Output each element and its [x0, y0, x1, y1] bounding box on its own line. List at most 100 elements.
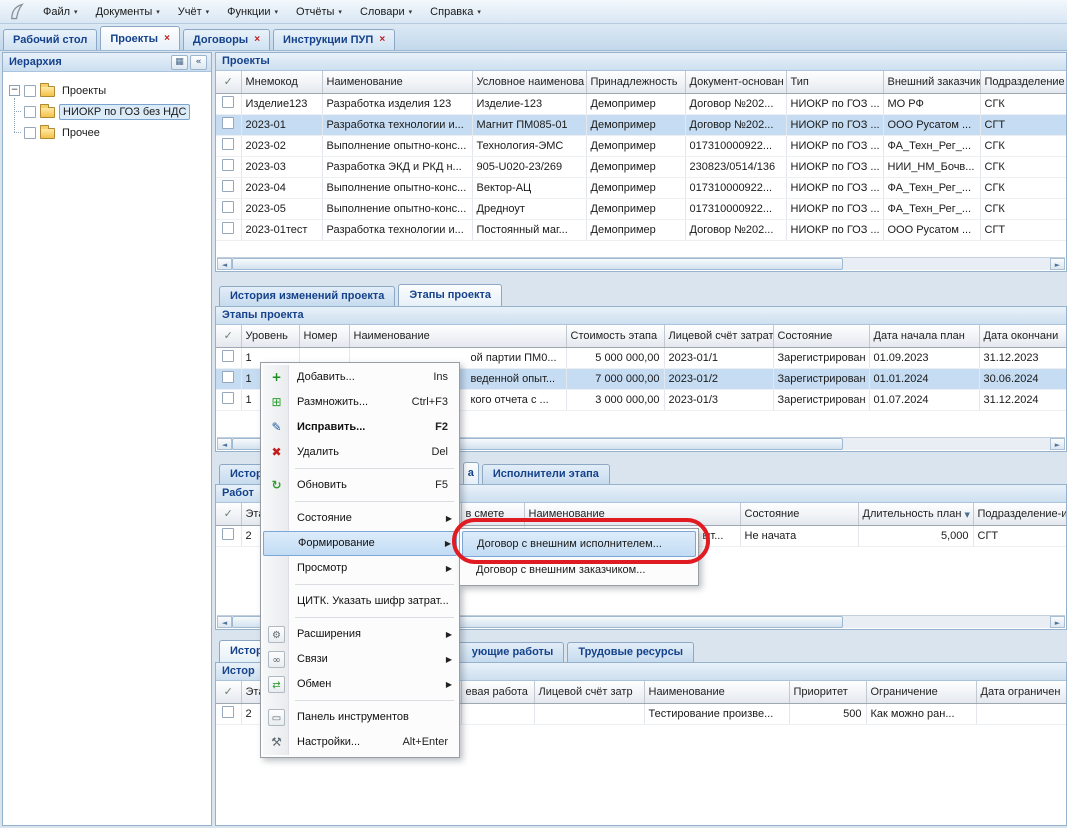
row-checkbox[interactable] [222, 96, 234, 108]
column-header[interactable]: Внешний заказчик [883, 71, 980, 93]
table-row[interactable]: 2023-04 Выполнение опытно-конс... Вектор… [216, 177, 1066, 198]
scroll-left-icon[interactable]: ◄ [217, 258, 232, 270]
table-row[interactable]: 2023-05 Выполнение опытно-конс... Дредно… [216, 198, 1066, 219]
row-checkbox[interactable] [222, 392, 234, 404]
tab-project-stages[interactable]: Этапы проекта [398, 284, 502, 306]
scroll-left-icon[interactable]: ◄ [217, 616, 232, 628]
column-header[interactable]: Подразделение-испо [973, 503, 1066, 525]
tree-checkbox[interactable] [24, 85, 36, 97]
row-checkbox[interactable] [222, 117, 234, 129]
row-checkbox[interactable] [222, 201, 234, 213]
grid-icon[interactable]: ▦ [171, 55, 188, 70]
column-header[interactable]: евая работа [461, 681, 534, 703]
table-row[interactable]: 2023-02 Выполнение опытно-конс... Технол… [216, 135, 1066, 156]
submenu-item-external-customer-contract[interactable]: Договор с внешним заказчиком... [462, 557, 696, 583]
menu-item-delete[interactable]: ✖УдалитьDel [263, 440, 457, 465]
tree-checkbox[interactable] [24, 106, 36, 118]
column-header[interactable]: Наименование [322, 71, 472, 93]
column-header[interactable]: в смете [461, 503, 524, 525]
row-checkbox[interactable] [222, 222, 234, 234]
column-header[interactable]: Лицевой счёт затр [534, 681, 644, 703]
scroll-right-icon[interactable]: ► [1050, 258, 1065, 270]
collapse-panel-icon[interactable]: « [190, 55, 207, 70]
table-row[interactable]: 2023-01 Разработка технологии и... Магни… [216, 114, 1066, 135]
menu-documents[interactable]: Документы▾ [87, 3, 169, 21]
tree-item-projects[interactable]: − Проекты [7, 80, 207, 101]
menu-item-edit[interactable]: ✎Исправить...F2 [263, 415, 457, 440]
tree-checkbox[interactable] [24, 127, 36, 139]
column-header[interactable]: Стоимость этапа [566, 325, 664, 347]
column-header[interactable]: Наименование [524, 503, 740, 525]
row-checkbox[interactable] [222, 350, 234, 362]
column-header[interactable]: Приоритет [789, 681, 866, 703]
menu-file[interactable]: Файл▾ [34, 3, 87, 21]
menu-item-formation[interactable]: Формирование▶ [263, 531, 457, 556]
column-header[interactable]: Условное наименова [472, 71, 586, 93]
column-header[interactable]: Уровень [241, 325, 299, 347]
row-checkbox[interactable] [222, 159, 234, 171]
row-checkbox[interactable] [222, 180, 234, 192]
column-header[interactable]: Дата окончани [979, 325, 1066, 347]
tab-labor-resources[interactable]: Трудовые ресурсы [567, 642, 694, 662]
tab-instructions[interactable]: Инструкции ПУП× [273, 29, 395, 50]
menu-item-toolbar[interactable]: ▭Панель инструментов [263, 705, 457, 730]
menu-item-links[interactable]: ∞Связи▶ [263, 647, 457, 672]
menu-item-extensions[interactable]: ⚙Расширения▶ [263, 622, 457, 647]
select-all-header[interactable]: ✓ [216, 503, 241, 525]
close-icon[interactable]: × [254, 35, 260, 45]
column-header[interactable]: Длительность план ▼ [858, 503, 973, 525]
tab-projects[interactable]: Проекты× [100, 26, 180, 50]
row-checkbox[interactable] [222, 371, 234, 383]
close-icon[interactable]: × [164, 34, 170, 44]
scroll-left-icon[interactable]: ◄ [217, 438, 232, 450]
column-header[interactable]: Состояние [773, 325, 869, 347]
menu-item-exchange[interactable]: ⇄Обмен▶ [263, 672, 457, 697]
scrollbar-thumb[interactable] [232, 258, 843, 270]
column-header[interactable]: Состояние [740, 503, 858, 525]
close-icon[interactable]: × [379, 35, 385, 45]
menu-item-duplicate[interactable]: ⊞Размножить...Ctrl+F3 [263, 390, 457, 415]
column-header[interactable]: Принадлежность [586, 71, 685, 93]
menu-functions[interactable]: Функции▾ [218, 3, 287, 21]
tree-item-other[interactable]: Прочее [22, 122, 207, 143]
column-header[interactable]: Наименование [644, 681, 789, 703]
menu-item-citk[interactable]: ЦИТК. Указать шифр затрат... [263, 589, 457, 614]
menu-accounting[interactable]: Учёт▾ [169, 3, 218, 21]
table-row[interactable]: 2023-03 Разработка ЭКД и РКД н... 905-U0… [216, 156, 1066, 177]
row-checkbox[interactable] [222, 138, 234, 150]
column-header[interactable]: Дата ограничен [976, 681, 1066, 703]
column-header[interactable]: Тип [786, 71, 883, 93]
menu-item-state[interactable]: Состояние▶ [263, 506, 457, 531]
horizontal-scrollbar[interactable]: ◄ ► [217, 257, 1065, 270]
menu-item-view[interactable]: Просмотр▶ [263, 556, 457, 581]
column-header[interactable]: Ограничение [866, 681, 976, 703]
menu-help[interactable]: Справка▾ [421, 3, 490, 21]
tab-contracts[interactable]: Договоры× [183, 29, 270, 50]
tab-project-history[interactable]: История изменений проекта [219, 286, 395, 306]
menu-reports[interactable]: Отчёты▾ [287, 3, 351, 21]
scroll-right-icon[interactable]: ► [1050, 616, 1065, 628]
menu-item-refresh[interactable]: ↻ОбновитьF5 [263, 473, 457, 498]
column-header[interactable]: Лицевой счёт затрат. [664, 325, 773, 347]
column-header[interactable]: Мнемокод [241, 71, 322, 93]
menu-dictionaries[interactable]: Словари▾ [351, 3, 421, 21]
select-all-header[interactable]: ✓ [216, 681, 241, 703]
tree-item-niokr[interactable]: НИОКР по ГОЗ без НДС [22, 101, 207, 122]
row-checkbox[interactable] [222, 706, 234, 718]
menu-item-settings[interactable]: ⚒Настройки...Alt+Enter [263, 730, 457, 755]
select-all-header[interactable]: ✓ [216, 71, 241, 93]
row-checkbox[interactable] [222, 528, 234, 540]
tab-stage-executors[interactable]: Исполнители этапа [482, 464, 610, 484]
tab-desktop[interactable]: Рабочий стол [3, 29, 97, 50]
column-header[interactable]: Документ-основан [685, 71, 786, 93]
tab-stage-works[interactable]: а [463, 462, 479, 484]
column-header[interactable]: Наименование [349, 325, 566, 347]
table-row[interactable]: Изделие123 Разработка изделия 123 Издели… [216, 93, 1066, 114]
submenu-item-external-executor-contract[interactable]: Договор с внешним исполнителем... [462, 531, 696, 557]
column-header[interactable]: Подразделение [980, 71, 1066, 93]
table-row[interactable]: 2023-01тест Разработка технологии и... П… [216, 219, 1066, 240]
expander-icon[interactable]: − [9, 85, 20, 96]
menu-item-add[interactable]: +Добавить...Ins [263, 365, 457, 390]
column-header[interactable]: Дата начала план [869, 325, 979, 347]
column-header[interactable]: Номер [299, 325, 349, 347]
